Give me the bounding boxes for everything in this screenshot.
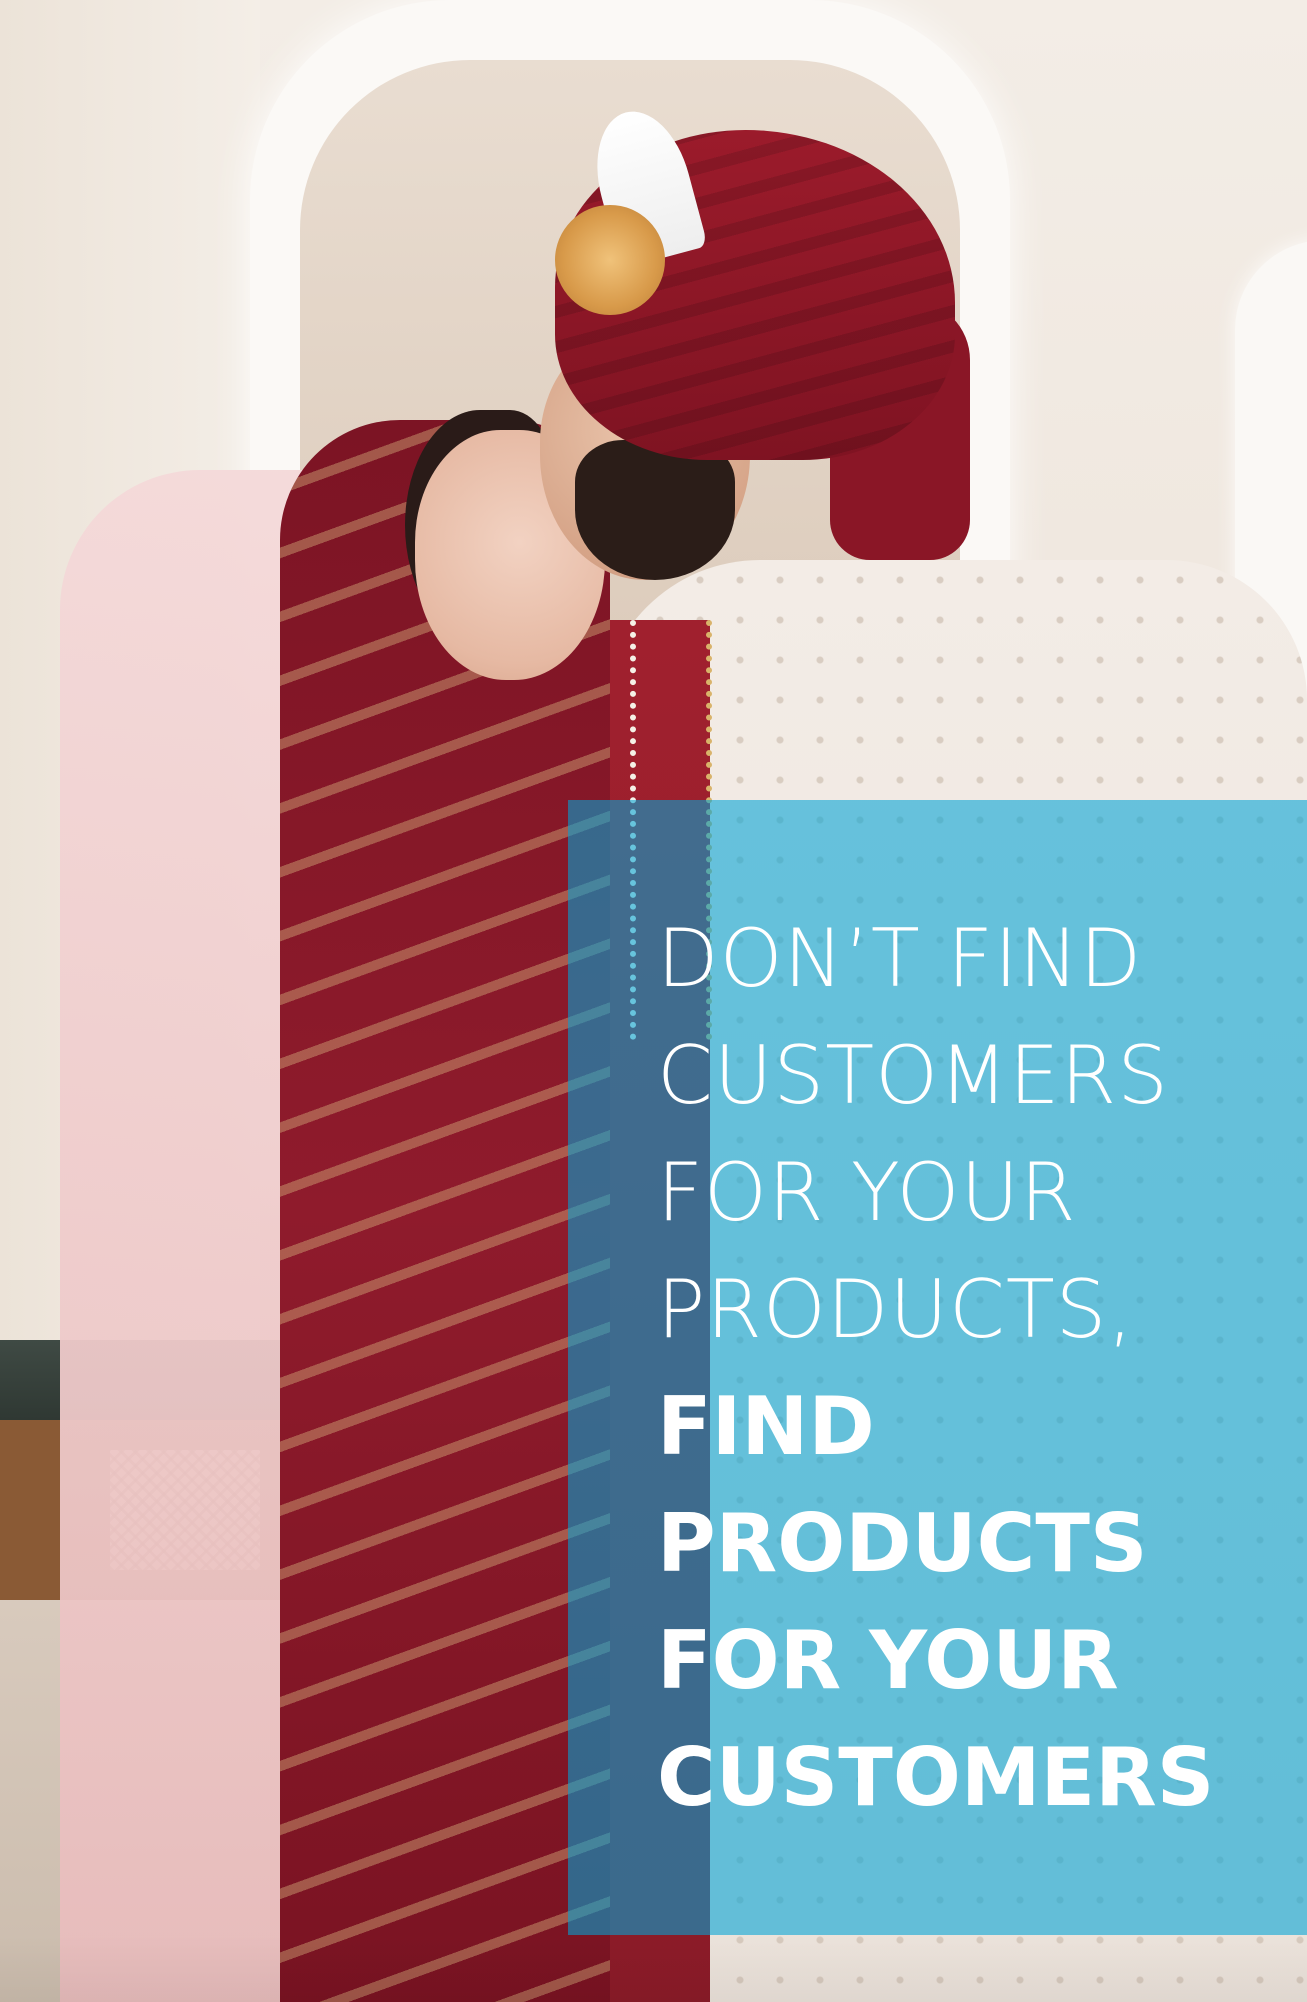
headline-line-4: PRODUCTS, [657, 1263, 1134, 1356]
headline-line-6: PRODUCTS [657, 1497, 1148, 1590]
headline-line-1: DON’T FIND [657, 912, 1143, 1005]
turban-brooch [555, 205, 665, 315]
headline-line-3: FOR YOUR [657, 1146, 1077, 1239]
headline-line-2: CUSTOMERS [657, 1029, 1169, 1122]
bottom-strip [0, 1935, 1307, 2002]
headline-line-5: FIND [657, 1380, 875, 1473]
headline: DON’T FIND CUSTOMERS FOR YOUR PRODUCTS, … [657, 900, 1297, 1836]
headline-line-7: FOR YOUR [657, 1614, 1119, 1707]
headline-line-8: CUSTOMERS [657, 1731, 1215, 1824]
groom-beard [575, 440, 735, 580]
poster: DON’T FIND CUSTOMERS FOR YOUR PRODUCTS, … [0, 0, 1307, 2002]
